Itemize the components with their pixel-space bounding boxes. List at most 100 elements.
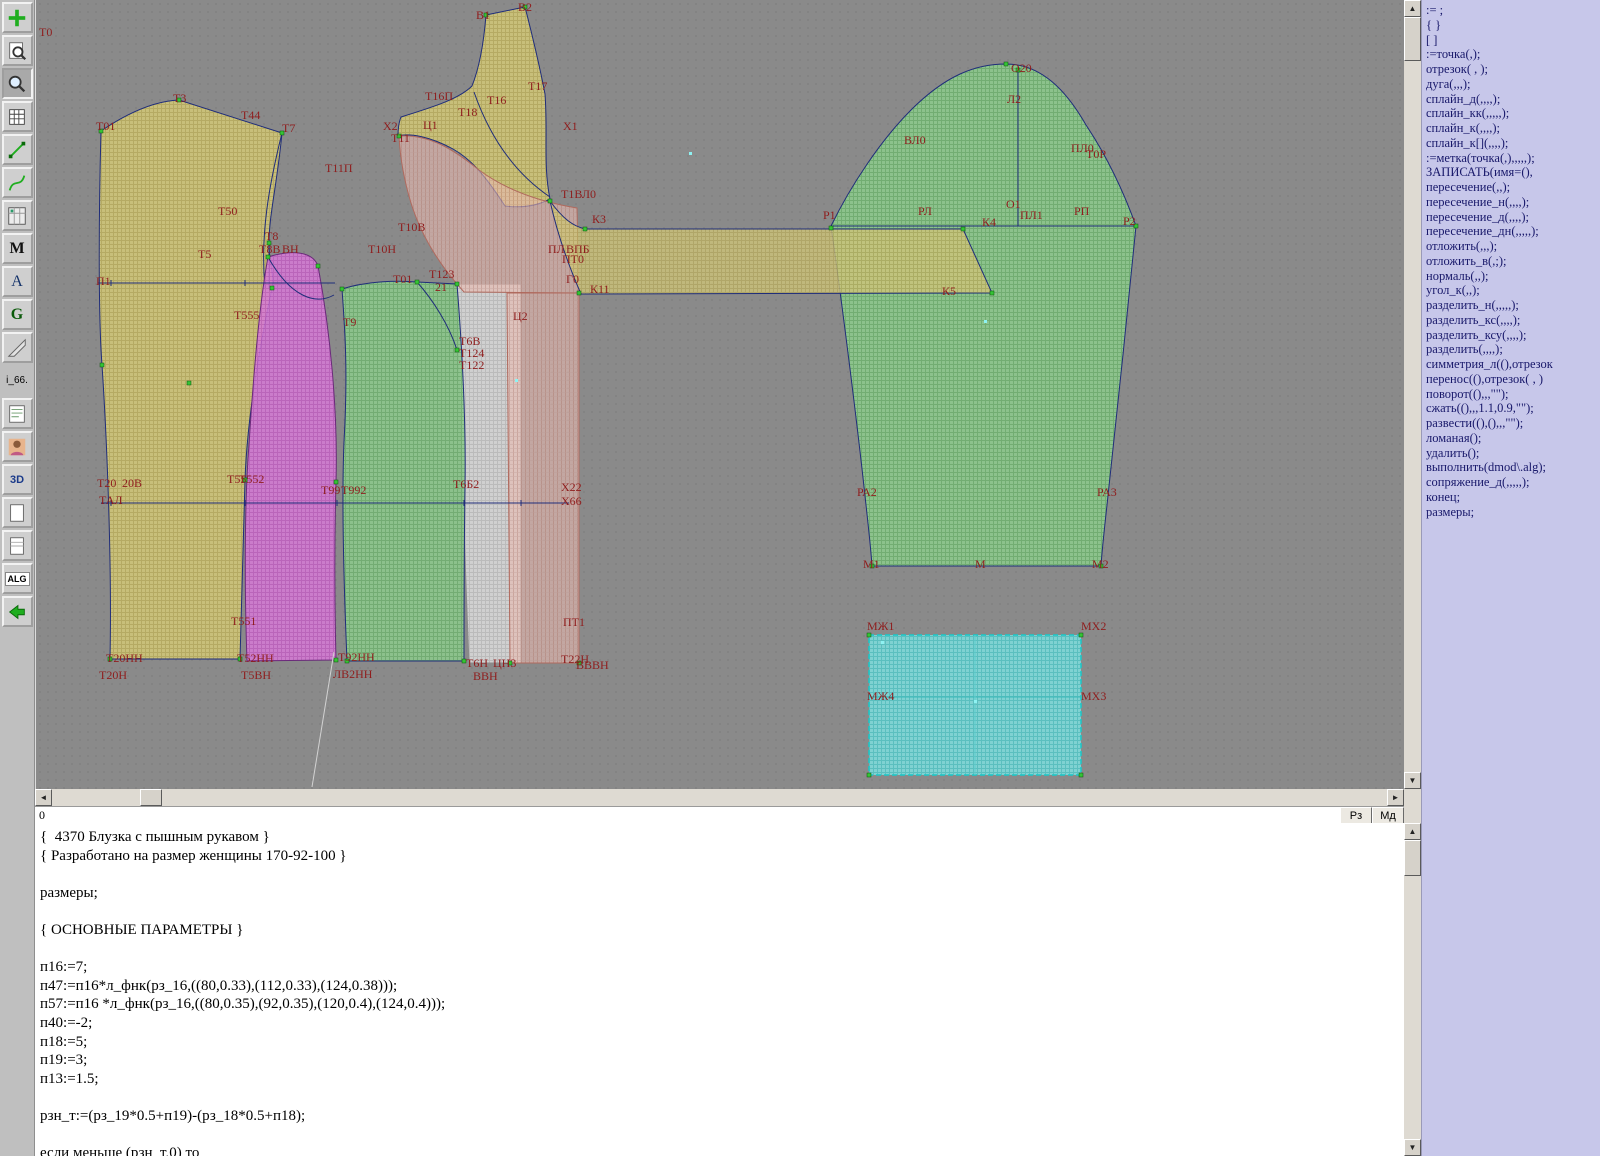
operator-list-item[interactable]: := ; — [1422, 3, 1600, 18]
sheet-button[interactable] — [1, 497, 33, 528]
code-line[interactable]: если меньше (рзн_т,0) то — [40, 1145, 1404, 1156]
back-button[interactable] — [1, 596, 33, 627]
operator-list-item[interactable]: размеры; — [1422, 505, 1600, 520]
operator-list-item[interactable]: отложить(,,,); — [1422, 239, 1600, 254]
operator-list-item[interactable]: перенос((),отрезок( , ) — [1422, 372, 1600, 387]
code-line[interactable]: { Разработано на размер женщины 170-92-1… — [40, 848, 1404, 867]
print-button[interactable] — [1, 530, 33, 561]
pattern-button[interactable]: A — [1, 266, 33, 297]
pattern-point-label: О20 — [1011, 61, 1032, 75]
code-line[interactable]: { 4370 Блузка с пышным рукавом } — [40, 829, 1404, 848]
code-line[interactable]: рзн_т:=(рз_19*0.5+п19)-(рз_18*0.5+п18); — [40, 1108, 1404, 1127]
code-line[interactable]: размеры; — [40, 885, 1404, 904]
operator-list-item[interactable]: конец; — [1422, 490, 1600, 505]
pattern-point-label: Т552 — [239, 472, 265, 486]
canvas-vscroll-thumb[interactable] — [1404, 17, 1421, 61]
code-line[interactable]: п13:=1.5; — [40, 1071, 1404, 1090]
operator-list-item[interactable]: сплайн_к(,,,,); — [1422, 121, 1600, 136]
pattern-point-label: Т5ВН — [241, 668, 271, 682]
operator-list-item[interactable]: разделить_ксу(,,,,); — [1422, 328, 1600, 343]
code-line[interactable] — [40, 1127, 1404, 1146]
operator-list-item[interactable]: отложить_в(,;); — [1422, 254, 1600, 269]
operator-list-item[interactable]: пересечение_н(,,,,); — [1422, 195, 1600, 210]
operator-list-item[interactable]: { } — [1422, 18, 1600, 33]
view-3d-button[interactable]: 3D — [1, 464, 33, 495]
zoom-page-button[interactable] — [1, 35, 33, 66]
measurements-button[interactable]: M — [1, 233, 33, 264]
grazia-button[interactable]: G — [1, 299, 33, 330]
scroll-down-icon[interactable]: ▼ — [1404, 772, 1421, 789]
operator-list-item[interactable]: разделить_кс(,,,,); — [1422, 313, 1600, 328]
toolbar: M A Gi_66. 3D ALG — [0, 0, 35, 1156]
code-line[interactable]: п18:=5; — [40, 1034, 1404, 1053]
scroll-up-icon[interactable]: ▲ — [1404, 0, 1421, 17]
code-line[interactable]: { ОСНОВНЫЕ ПАРАМЕТРЫ } — [40, 922, 1404, 941]
operator-list-item[interactable]: пересечение_д(,,,,); — [1422, 210, 1600, 225]
pattern-point-label: Т9 — [343, 315, 357, 329]
code-line[interactable] — [40, 866, 1404, 885]
pattern-canvas[interactable]: Т0 Т3 Т44 Т7 Т01 Т11П Т50 Т5 Т8 Т8В ВН П1 Т555 Т9 Т10В… — [35, 0, 1404, 789]
grid-button[interactable] — [1, 101, 33, 132]
operator-list-item[interactable]: сопряжение_д(,,,,,); — [1422, 475, 1600, 490]
operator-list-item[interactable]: сплайн_к[](,,,,); — [1422, 136, 1600, 151]
code-line[interactable] — [40, 903, 1404, 922]
pattern-point-label: ВВВН — [576, 658, 609, 672]
scroll-up-icon[interactable]: ▲ — [1404, 823, 1421, 840]
operator-list-item[interactable]: ЗАПИСАТЬ(имя=(), — [1422, 165, 1600, 180]
operator-list-item[interactable]: ломаная(); — [1422, 431, 1600, 446]
operator-list-item[interactable]: удалить(); — [1422, 446, 1600, 461]
scroll-right-icon[interactable]: ► — [1387, 789, 1404, 806]
i66-indicator[interactable]: i_66. — [2, 365, 33, 396]
code-line[interactable]: п47:=п16*л_фнк(рз_16,((80,0.33),(112,0.3… — [40, 978, 1404, 997]
operator-list-item[interactable]: дуга(,,,); — [1422, 77, 1600, 92]
operator-list-item[interactable]: сжать((),,,1.1,0.9,""); — [1422, 401, 1600, 416]
notes-button[interactable] — [1, 398, 33, 429]
pattern-point-label: Т0Р — [1086, 147, 1107, 161]
editor-vertical-scrollbar[interactable]: ▲ ▼ — [1404, 823, 1421, 1156]
model-photo-button[interactable] — [1, 431, 33, 462]
code-line[interactable] — [40, 1089, 1404, 1108]
algorithm-editor[interactable]: { 4370 Блузка с пышным рукавом }{ Разраб… — [35, 823, 1404, 1156]
rz-button[interactable]: Рз — [1340, 807, 1372, 824]
operator-list-item[interactable]: пересечение_дн(,,,,,); — [1422, 224, 1600, 239]
pattern-point-label: Т1ВЛ0 — [561, 187, 597, 201]
editor-vscroll-thumb[interactable] — [1404, 840, 1421, 876]
new-button[interactable] — [1, 2, 33, 33]
operator-list-item[interactable]: угол_к(,,); — [1422, 283, 1600, 298]
operator-list-item[interactable]: пересечение(,,); — [1422, 180, 1600, 195]
zoom-tool-button[interactable] — [1, 68, 33, 99]
ruler-button[interactable] — [1, 332, 33, 363]
pattern-point-label: ПЛ — [548, 242, 565, 256]
pattern-point-label: ЦН3 — [493, 656, 517, 670]
operator-list-item[interactable]: разделить_н(,,,,,); — [1422, 298, 1600, 313]
code-line[interactable]: п57:=п16 *л_фнк(рз_16,((80,0.35),(92,0.3… — [40, 996, 1404, 1015]
operator-list-item[interactable]: нормаль(,,); — [1422, 269, 1600, 284]
operator-list-item[interactable]: сплайн_кк(,,,,,); — [1422, 106, 1600, 121]
md-button[interactable]: Мд — [1372, 807, 1404, 824]
code-line[interactable]: п40:=-2; — [40, 1015, 1404, 1034]
canvas-horizontal-scrollbar[interactable]: ◄ ► — [35, 789, 1404, 806]
canvas-hscroll-thumb[interactable] — [140, 789, 162, 806]
code-line[interactable] — [40, 941, 1404, 960]
code-line[interactable]: п19:=3; — [40, 1052, 1404, 1071]
operator-list-item[interactable]: выполнить(dmod\.alg); — [1422, 460, 1600, 475]
code-line[interactable]: п16:=7; — [40, 959, 1404, 978]
pattern-point-label: Т992 — [341, 483, 367, 497]
operator-list-item[interactable]: разделить(,,,,); — [1422, 342, 1600, 357]
operator-list-item[interactable]: поворот((),,,""); — [1422, 387, 1600, 402]
operator-list-item[interactable]: :=метка(точка(,),,,,,); — [1422, 151, 1600, 166]
draw-line-button[interactable] — [1, 134, 33, 165]
operator-list-item[interactable]: отрезок( , ); — [1422, 62, 1600, 77]
operator-list-item[interactable]: сплайн_д(,,,,); — [1422, 92, 1600, 107]
pattern-point-label: Т17 — [528, 79, 548, 93]
scroll-down-icon[interactable]: ▼ — [1404, 1139, 1421, 1156]
draw-curve-button[interactable] — [1, 167, 33, 198]
operator-list-item[interactable]: [ ] — [1422, 33, 1600, 48]
scroll-left-icon[interactable]: ◄ — [35, 789, 52, 806]
table-button[interactable] — [1, 200, 33, 231]
canvas-vertical-scrollbar[interactable]: ▲ ▼ — [1404, 0, 1421, 789]
operator-list-item[interactable]: симметрия_л((),отрезок — [1422, 357, 1600, 372]
operator-list-item[interactable]: развести((),(),,,""); — [1422, 416, 1600, 431]
alg-button[interactable]: ALG — [1, 563, 33, 594]
operator-list-item[interactable]: :=точка(,); — [1422, 47, 1600, 62]
